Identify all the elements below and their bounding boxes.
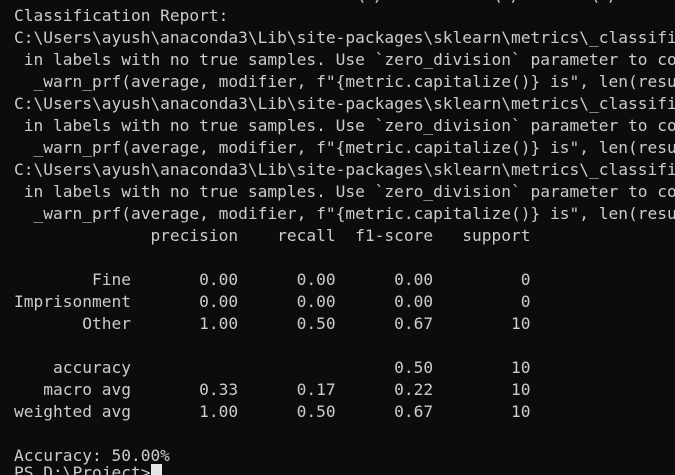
report-row-fine: Fine 0.00 0.00 0.00 0 xyxy=(14,270,531,289)
report-row-imprisonment: Imprisonment 0.00 0.00 0.00 0 xyxy=(14,292,531,311)
terminal-output[interactable]: \ / \ / \ / Classification Report: C:\Us… xyxy=(0,0,675,475)
warning-message-line: in labels with no true samples. Use `zer… xyxy=(14,50,675,69)
report-table-header: precision recall f1-score support xyxy=(14,226,531,245)
prompt-text: PS D:\Project> xyxy=(14,463,151,475)
warning-path-line: C:\Users\ayush\anaconda3\Lib\site-packag… xyxy=(14,28,675,47)
report-row-other: Other 1.00 0.50 0.67 10 xyxy=(14,314,531,333)
report-heading: Classification Report: xyxy=(14,6,229,25)
warning-code-line: _warn_prf(average, modifier, f"{metric.c… xyxy=(14,138,675,157)
warning-path-line: C:\Users\ayush\anaconda3\Lib\site-packag… xyxy=(14,160,675,179)
report-row-macro-avg: macro avg 0.33 0.17 0.22 10 xyxy=(14,380,531,399)
warning-message-line: in labels with no true samples. Use `zer… xyxy=(14,116,675,135)
warning-code-line: _warn_prf(average, modifier, f"{metric.c… xyxy=(14,72,675,91)
warning-code-line: _warn_prf(average, modifier, f"{metric.c… xyxy=(14,204,675,223)
report-row-accuracy: accuracy 0.50 10 xyxy=(14,358,531,377)
command-prompt[interactable]: PS D:\Project> xyxy=(14,462,163,475)
text-cursor xyxy=(151,464,163,475)
warning-message-line: in labels with no true samples. Use `zer… xyxy=(14,182,675,201)
report-row-weighted-avg: weighted avg 1.00 0.50 0.67 10 xyxy=(14,402,531,421)
warning-path-line: C:\Users\ayush\anaconda3\Lib\site-packag… xyxy=(14,94,675,113)
